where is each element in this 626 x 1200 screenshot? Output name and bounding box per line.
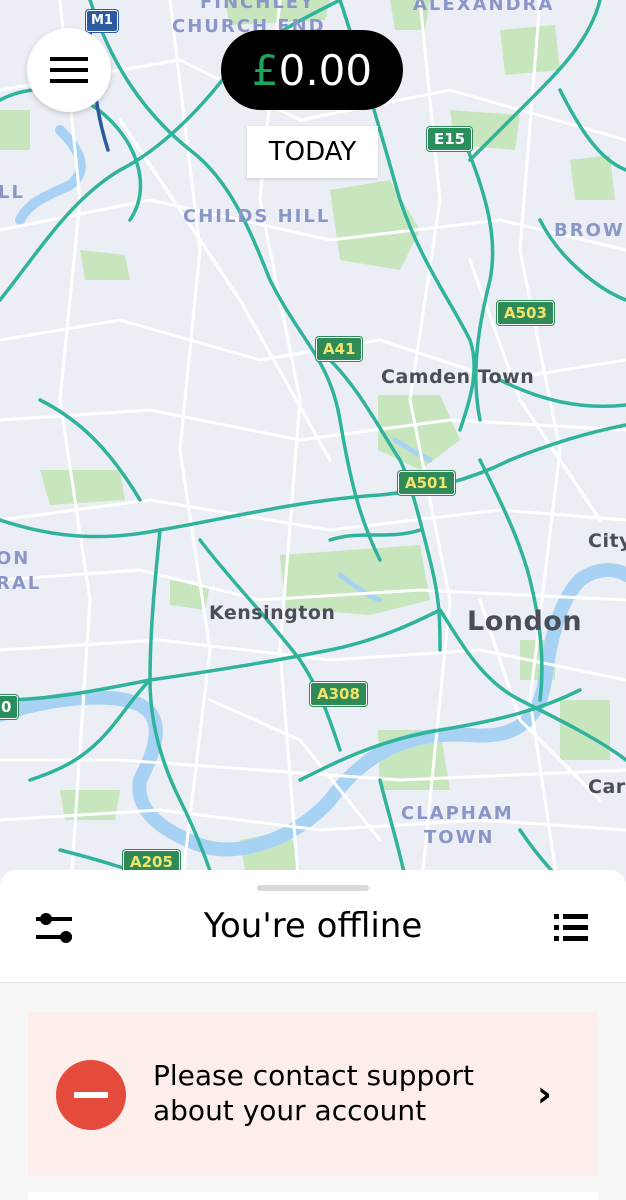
- road-shield-e15: E15: [427, 127, 473, 151]
- earnings-pill[interactable]: £0.00: [221, 30, 403, 110]
- alert-line-1: Please contact support: [153, 1059, 474, 1092]
- hamburger-menu-icon: [50, 57, 88, 83]
- road-shield-a501: A501: [398, 471, 455, 495]
- drag-handle[interactable]: [257, 885, 369, 891]
- alert-line-2: about your account: [153, 1094, 427, 1127]
- road-shield-m1: M1: [86, 10, 118, 32]
- status-title: You're offline: [203, 906, 423, 946]
- road-shield-a41: A41: [316, 337, 363, 361]
- alert-message: Please contact support about your accoun…: [153, 1058, 533, 1128]
- map-label-clapham: CLAPHAM: [401, 803, 514, 824]
- map-label-city: City: [588, 530, 626, 552]
- sheet-header: You're offline: [0, 870, 626, 983]
- account-alert-card[interactable]: Please contact support about your accoun…: [28, 1012, 598, 1176]
- earnings-amount: 0.00: [278, 45, 373, 95]
- map-label-car: Car: [588, 776, 626, 798]
- map-label-childs-hill: CHILDS HILL: [183, 206, 331, 227]
- map-label-ral: RAL: [0, 573, 42, 594]
- list-icon: [554, 914, 588, 941]
- map-label-camden-town: Camden Town: [381, 366, 535, 388]
- map-label-ll: LL: [0, 182, 25, 203]
- map-label-finchley: FINCHLEY: [200, 0, 316, 13]
- road-shield-a503: A503: [497, 301, 554, 325]
- map-label-kensington: Kensington: [209, 602, 336, 624]
- menu-button[interactable]: [27, 28, 111, 112]
- trips-list-button[interactable]: [546, 904, 594, 952]
- map-label-on: ON: [0, 548, 31, 569]
- bottom-sheet: You're offline Please contact support ab…: [0, 870, 626, 1200]
- map-label-brow: BROW: [554, 220, 625, 241]
- road-shield-a308: A308: [310, 682, 367, 706]
- map-label-london: London: [467, 606, 583, 637]
- driver-app-screen: FINCHLEY CHURCH END ALEXANDRA CHILDS HIL…: [0, 0, 626, 1200]
- chevron-right-icon: ›: [537, 1074, 552, 1115]
- map-label-alexandra: ALEXANDRA: [413, 0, 555, 15]
- earnings-currency: £: [251, 45, 279, 95]
- no-entry-icon: [56, 1060, 126, 1130]
- road-shield-edge: 0: [0, 695, 19, 719]
- next-card-edge: [28, 1192, 598, 1200]
- map-label-town: TOWN: [424, 827, 495, 848]
- period-chip[interactable]: TODAY: [247, 126, 378, 178]
